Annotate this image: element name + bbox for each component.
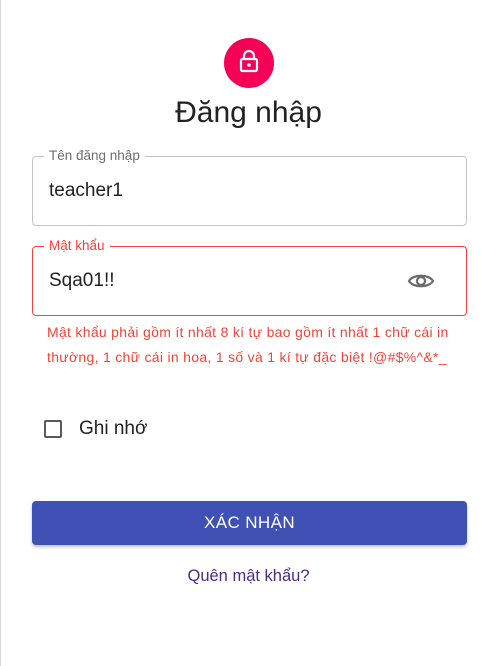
login-page: Đăng nhập Tên đăng nhập Mật khẩu Mật khẩ… <box>0 0 495 666</box>
page-title: Đăng nhập <box>175 96 322 129</box>
username-input[interactable] <box>49 157 389 225</box>
remember-label: Ghi nhớ <box>79 418 148 439</box>
password-field[interactable]: Mật khẩu <box>32 237 467 316</box>
remember-me[interactable]: Ghi nhớ <box>41 418 147 440</box>
password-input[interactable] <box>49 247 389 315</box>
eye-icon[interactable] <box>406 268 436 294</box>
remember-checkbox[interactable] <box>44 420 62 438</box>
forgot-password-link[interactable]: Quên mật khẩu? <box>1 567 495 586</box>
username-field[interactable]: Tên đăng nhập <box>32 147 467 226</box>
password-error-text: Mật khẩu phải gồm ít nhất 8 kí tự bao gồ… <box>47 324 449 365</box>
submit-button[interactable]: XÁC NHẬN <box>32 501 467 545</box>
avatar <box>224 38 274 88</box>
lock-icon <box>238 49 260 78</box>
